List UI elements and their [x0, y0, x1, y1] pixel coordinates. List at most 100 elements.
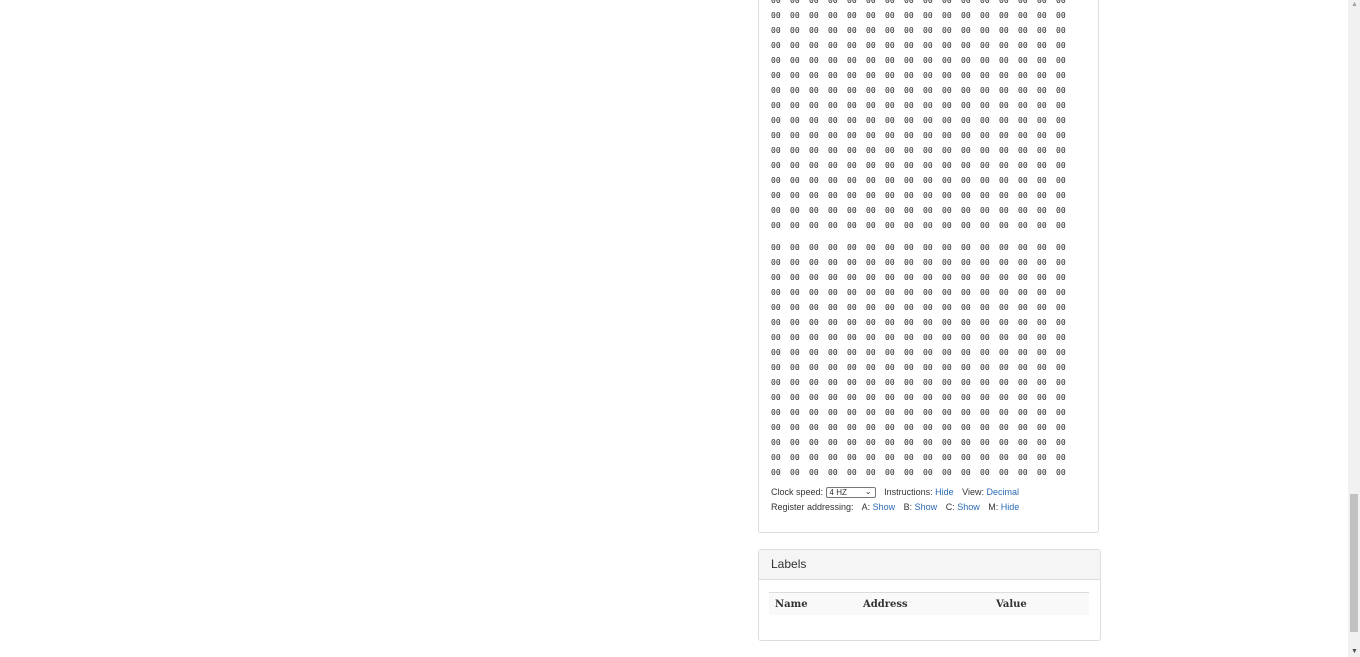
memory-cell: 00: [771, 378, 781, 387]
instructions-toggle-link[interactable]: Hide: [935, 487, 954, 497]
memory-cell: 00: [866, 41, 876, 50]
memory-cell: 00: [961, 176, 971, 185]
memory-cell: 00: [904, 408, 914, 417]
memory-cell: 00: [942, 378, 952, 387]
memory-cell: 00: [790, 221, 800, 230]
memory-cell: 00: [847, 41, 857, 50]
memory-cell: 00: [942, 116, 952, 125]
memory-cell: 00: [999, 258, 1009, 267]
memory-cell: 00: [1037, 206, 1047, 215]
memory-cell: 00: [980, 176, 990, 185]
memory-cell: 00: [828, 26, 838, 35]
register-controls: Register addressing: A: Show B: Show C: …: [771, 502, 1019, 512]
memory-cell: 00: [866, 131, 876, 140]
memory-row: 00 00 00 00 00 00 00 00 00 00 00 00 00 00 00 00: [771, 345, 1075, 360]
scroll-down-arrow-icon[interactable]: ▼: [1351, 648, 1358, 655]
memory-cell: 00: [828, 243, 838, 252]
memory-cell: 00: [809, 11, 819, 20]
memory-cell: 00: [961, 303, 971, 312]
memory-cell: 00: [961, 258, 971, 267]
memory-cell: 00: [885, 56, 895, 65]
memory-cell: 00: [961, 221, 971, 230]
clock-speed-label: Clock speed:: [771, 487, 824, 497]
memory-row: 00 00 00 00 00 00 00 00 00 00 00 00 00 00 00 00: [771, 173, 1075, 188]
memory-cell: 00: [1018, 273, 1028, 282]
memory-cell: 00: [866, 86, 876, 95]
memory-cell: 00: [961, 288, 971, 297]
memory-cell: 00: [828, 303, 838, 312]
memory-cell: 00: [904, 221, 914, 230]
memory-cell: 00: [923, 363, 933, 372]
memory-cell: 00: [904, 453, 914, 462]
memory-cell: 00: [771, 273, 781, 282]
memory-cell: 00: [828, 273, 838, 282]
memory-cell: 00: [980, 116, 990, 125]
register-a-link[interactable]: Show: [873, 502, 896, 512]
memory-row: 00 00 00 00 00 00 00 00 00 00 00 00 00 00 00 00: [771, 390, 1075, 405]
memory-cell: 00: [1056, 116, 1066, 125]
memory-cell: 00: [1018, 56, 1028, 65]
memory-cell: 00: [1037, 273, 1047, 282]
memory-cell: 00: [847, 26, 857, 35]
memory-cell: 00: [923, 408, 933, 417]
memory-cell: 00: [1037, 146, 1047, 155]
memory-cell: 00: [771, 206, 781, 215]
memory-cell: 00: [790, 41, 800, 50]
memory-cell: 00: [885, 258, 895, 267]
memory-cell: 00: [1018, 378, 1028, 387]
vertical-scrollbar[interactable]: ▲ ▼: [1348, 0, 1360, 657]
memory-panel: 00 00 00 00 00 00 00 00 00 00 00 00 00 00 00 00 00 00 00 00…: [758, 0, 1099, 533]
memory-cell: 00: [999, 288, 1009, 297]
memory-cell: 00: [828, 318, 838, 327]
memory-cell: 00: [847, 453, 857, 462]
memory-row: 00 00 00 00 00 00 00 00 00 00 00 00 00 00 00 00: [771, 435, 1075, 450]
view-mode-link[interactable]: Decimal: [987, 487, 1020, 497]
memory-cell: 00: [847, 161, 857, 170]
memory-cell: 00: [771, 333, 781, 342]
memory-cell: 00: [999, 303, 1009, 312]
memory-cell: 00: [847, 243, 857, 252]
memory-cell: 00: [885, 303, 895, 312]
register-b-link[interactable]: Show: [915, 502, 938, 512]
memory-cell: 00: [980, 363, 990, 372]
memory-cell: 00: [1056, 176, 1066, 185]
memory-cell: 00: [904, 318, 914, 327]
memory-cell: 00: [999, 206, 1009, 215]
memory-cell: 00: [885, 26, 895, 35]
memory-cell: 00: [828, 408, 838, 417]
memory-cell: 00: [771, 191, 781, 200]
memory-cell: 00: [847, 468, 857, 477]
memory-cell: 00: [790, 116, 800, 125]
memory-cell: 00: [980, 161, 990, 170]
memory-cell: 00: [847, 191, 857, 200]
memory-cell: 00: [866, 453, 876, 462]
scroll-up-arrow-icon[interactable]: ▲: [1351, 1, 1358, 8]
scrollbar-thumb[interactable]: [1350, 494, 1358, 632]
memory-cell: 00: [1056, 363, 1066, 372]
memory-cell: 00: [1056, 131, 1066, 140]
memory-cell: 00: [942, 258, 952, 267]
memory-row: 00 00 00 00 00 00 00 00 00 00 00 00 00 00 00 00: [771, 8, 1075, 23]
memory-cell: 00: [809, 258, 819, 267]
memory-cell: 00: [1018, 333, 1028, 342]
memory-cell: 00: [866, 438, 876, 447]
memory-cell: 00: [1018, 86, 1028, 95]
memory-cell: 00: [809, 71, 819, 80]
memory-cell: 00: [866, 303, 876, 312]
memory-cell: 00: [999, 191, 1009, 200]
memory-cell: 00: [866, 348, 876, 357]
memory-cell: 00: [923, 273, 933, 282]
memory-cell: 00: [961, 86, 971, 95]
memory-cell: 00: [771, 26, 781, 35]
clock-speed-select[interactable]: 4 HZ ⌄: [825, 487, 876, 499]
memory-cell: 00: [790, 11, 800, 20]
memory-cell: 00: [1037, 71, 1047, 80]
register-m-link[interactable]: Hide: [1001, 502, 1020, 512]
memory-cell: 00: [961, 0, 971, 5]
memory-cell: 00: [999, 161, 1009, 170]
memory-cell: 00: [1056, 86, 1066, 95]
memory-cell: 00: [980, 453, 990, 462]
memory-cell: 00: [942, 288, 952, 297]
memory-cell: 00: [1018, 41, 1028, 50]
register-c-link[interactable]: Show: [957, 502, 980, 512]
